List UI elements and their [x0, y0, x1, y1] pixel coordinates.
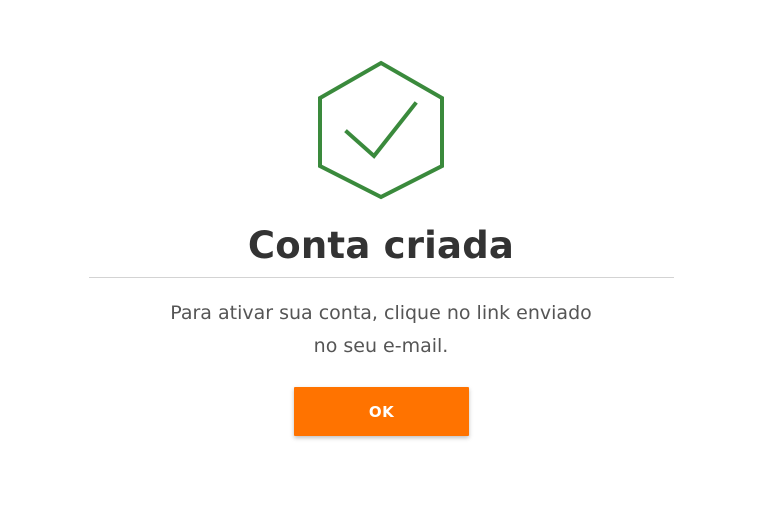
dialog-title: Conta criada: [247, 224, 515, 267]
hexagon-check-icon: [318, 60, 444, 200]
dialog-message: Para ativar sua conta, clique no link en…: [131, 297, 631, 363]
ok-button[interactable]: OK: [294, 387, 469, 436]
divider: [89, 277, 674, 278]
account-created-dialog: Conta criada Para ativar sua conta, cliq…: [0, 0, 762, 512]
message-line-2: no seu e-mail.: [313, 335, 449, 357]
message-line-1: Para ativar sua conta, clique no link en…: [170, 302, 592, 324]
